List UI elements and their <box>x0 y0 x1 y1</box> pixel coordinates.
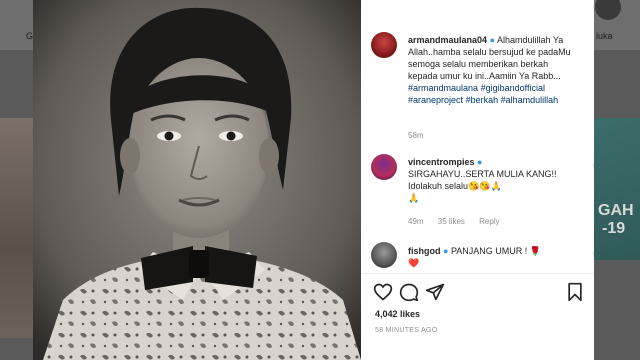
commenter-username[interactable]: fishgod <box>408 246 441 256</box>
background-avatar <box>595 0 621 20</box>
commenter-username[interactable]: vincentrompies <box>408 157 475 167</box>
comment-item: fishgod ● PANJANG UMUR ! 🌹 ❤️ <box>408 245 578 269</box>
heart-icon[interactable] <box>373 282 393 302</box>
commenter-avatar[interactable] <box>371 154 397 180</box>
comment-like-heart-icon[interactable]: ♡ <box>592 250 594 261</box>
hashtag-link[interactable]: #araneproject <box>408 95 463 105</box>
post-caption: armandmaulana04 ● Alhamdulillah Ya Allah… <box>408 34 578 106</box>
hashtag-link[interactable]: #armandmaulana <box>408 83 478 93</box>
background-header-left: G <box>0 0 33 50</box>
background-right: luka GAH -19 <box>594 0 640 360</box>
likes-count[interactable]: 4,042 likes <box>375 309 420 319</box>
comment-text-extra: 🙏 <box>408 193 420 203</box>
caption-time: 58m <box>408 131 424 140</box>
comment-text: SIRGAHAYU..SERTA MULIA KANG!! Idolakuh s… <box>408 169 557 191</box>
commenter-avatar[interactable] <box>371 242 397 268</box>
comment-likes[interactable]: 35 likes <box>438 217 465 226</box>
background-header-right: luka <box>594 0 640 50</box>
post-modal: armandmaulana04 ● Alhamdulillah Ya Allah… <box>33 0 594 360</box>
post-photo[interactable] <box>33 0 361 360</box>
background-thumb-text-1: GAH <box>598 202 634 219</box>
comment-text: PANJANG UMUR ! 🌹 <box>450 246 542 256</box>
background-right-label: luka <box>596 31 613 41</box>
hashtag-link[interactable]: #gigibandofficial <box>481 83 545 93</box>
background-thumb-text-2: -19 <box>602 220 626 237</box>
comment-item: vincentrompies ● SIRGAHAYU..SERTA MULIA … <box>408 156 578 204</box>
comment-meta: 49m 35 likes Reply <box>408 217 512 226</box>
comment-text-extra: ❤️ <box>408 258 420 268</box>
caption-meta: 58m <box>408 131 436 140</box>
bookmark-icon[interactable] <box>565 282 585 302</box>
verified-badge-icon: ● <box>477 157 483 167</box>
background-left: G <box>0 0 33 360</box>
comment-reply-button[interactable]: Reply <box>479 217 499 226</box>
share-icon[interactable] <box>425 282 445 302</box>
verified-badge-icon: ● <box>443 246 449 256</box>
post-side-panel: armandmaulana04 ● Alhamdulillah Ya Allah… <box>361 0 594 360</box>
hashtag-link[interactable]: #alhamdulillah <box>501 95 559 105</box>
actions-divider <box>361 273 594 274</box>
post-photo-image <box>33 0 361 360</box>
comment-icon[interactable] <box>399 282 419 302</box>
verified-badge-icon: ● <box>489 35 495 45</box>
hashtag-link[interactable]: #berkah <box>466 95 499 105</box>
post-time-ago: 58 MINUTES AGO <box>375 327 438 334</box>
comment-like-heart-icon[interactable]: ♡ <box>592 162 594 173</box>
background-thumbnail-left <box>0 118 33 338</box>
author-username[interactable]: armandmaulana04 <box>408 35 487 45</box>
background-thumbnail-right: GAH -19 <box>594 118 640 260</box>
comment-time: 49m <box>408 217 424 226</box>
author-avatar[interactable] <box>371 32 397 58</box>
background-left-label: G <box>26 31 34 41</box>
